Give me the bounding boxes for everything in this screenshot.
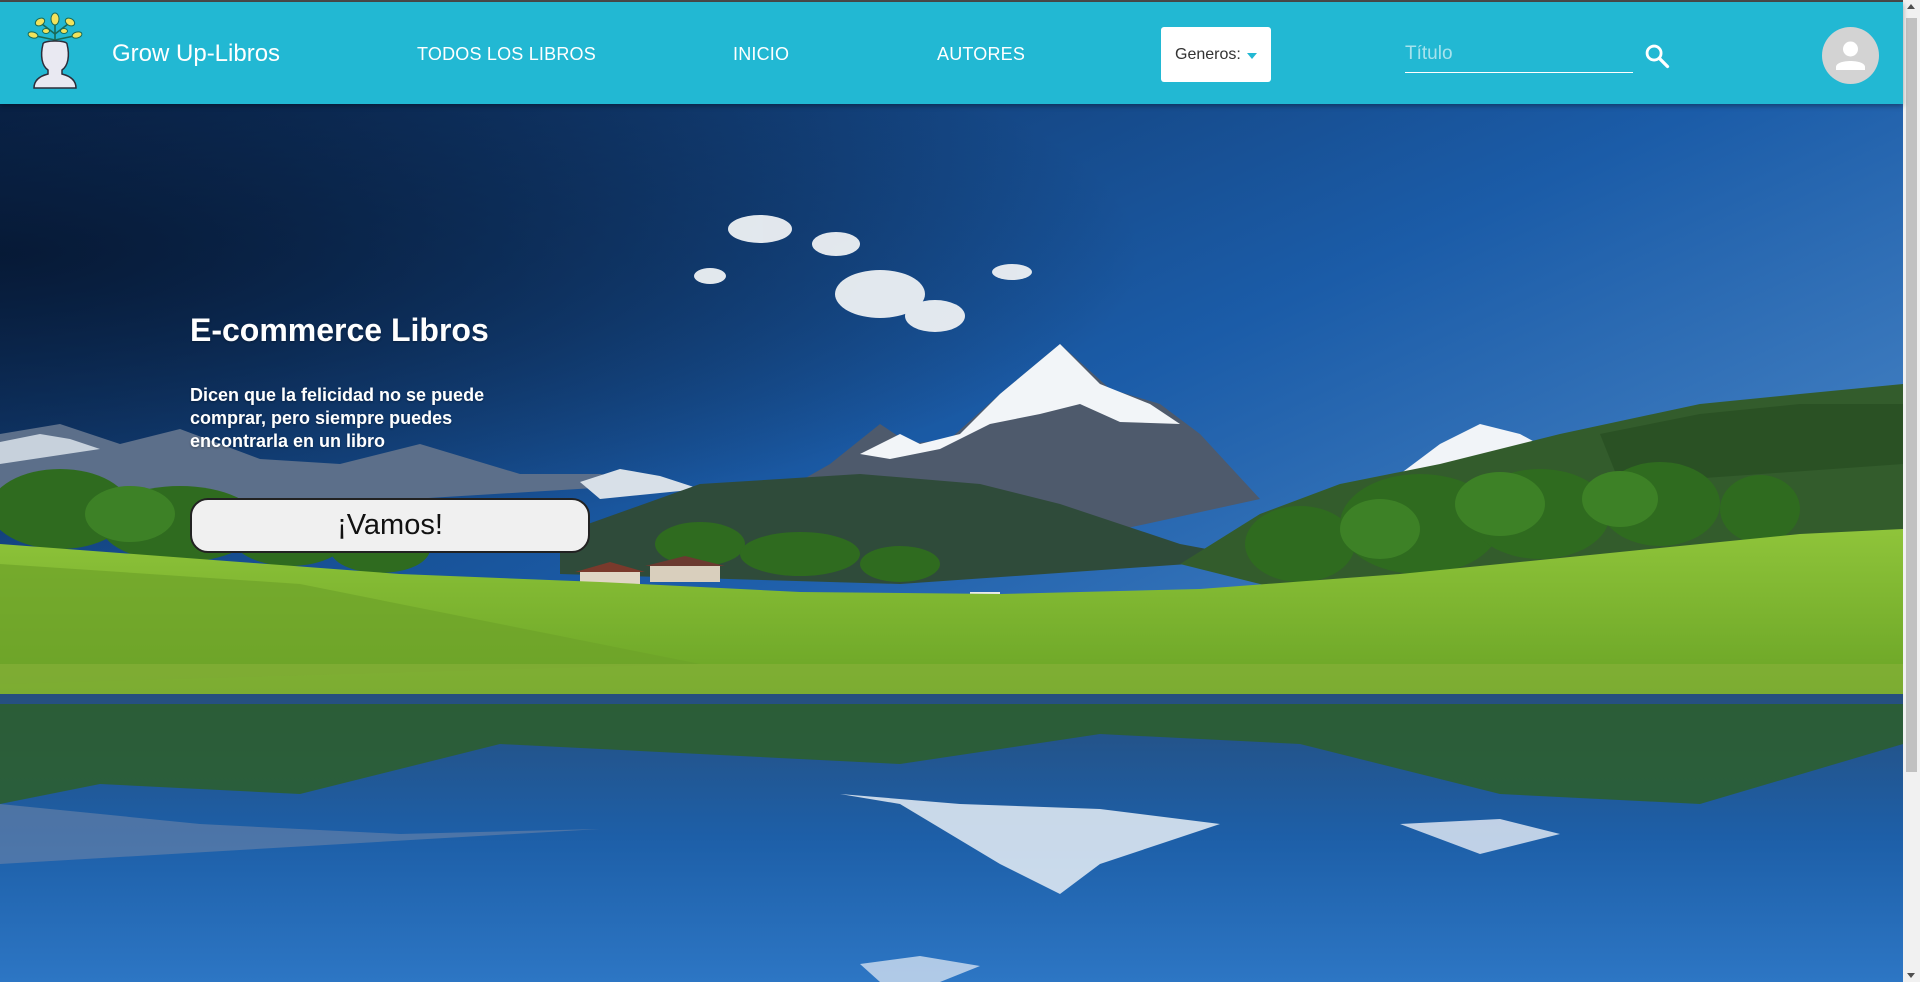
scroll-up-arrow-icon[interactable] (1907, 4, 1915, 9)
nav-link-home[interactable]: INICIO (733, 44, 789, 65)
genre-select-label: Generos: (1175, 45, 1241, 63)
brand-name[interactable]: Grow Up-Libros (112, 40, 280, 68)
hero-title: E-commerce Libros (190, 312, 489, 348)
logo-icon[interactable] (24, 12, 86, 90)
hero-description: Dicen que la felicidad no se puede compr… (190, 385, 485, 451)
page-scrollbar[interactable] (1903, 0, 1920, 982)
nav-link-all-books[interactable]: TODOS LOS LIBROS (417, 44, 596, 65)
scroll-down-arrow-icon[interactable] (1907, 973, 1915, 978)
search-icon[interactable] (1643, 42, 1671, 70)
title-search-input[interactable] (1405, 35, 1633, 73)
user-icon (1836, 41, 1865, 70)
hero-banner: E-commerce Libros Dicen que la felicidad… (0, 104, 1903, 982)
scroll-thumb[interactable] (1906, 18, 1917, 772)
nav-link-authors[interactable]: AUTORES (937, 44, 1025, 65)
genre-select[interactable]: Generos: (1161, 27, 1271, 82)
top-navbar: Grow Up-Libros TODOS LOS LIBROS INICIO A… (0, 2, 1903, 104)
user-avatar[interactable] (1822, 27, 1879, 84)
lets-go-button[interactable]: ¡Vamos! (190, 498, 590, 553)
chevron-down-icon (1246, 52, 1257, 59)
